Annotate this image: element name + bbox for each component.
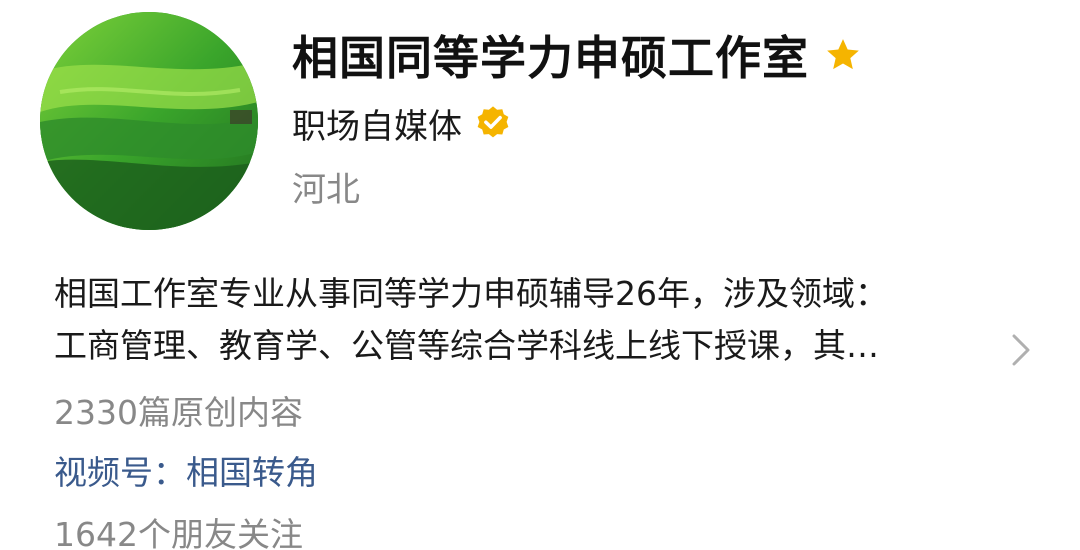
title-row: 相国同等学力申硕工作室 — [292, 20, 863, 90]
account-category: 职场自媒体 — [292, 106, 462, 147]
chevron-right-icon[interactable] — [1008, 330, 1034, 370]
verified-icon[interactable] — [474, 104, 512, 142]
avatar-image — [40, 12, 258, 230]
description[interactable]: 相国工作室专业从事同等学力申硕辅导26年，涉及领域： 工商管理、教育学、公管等综… — [54, 268, 1054, 378]
star-icon[interactable] — [823, 35, 863, 75]
friends-following-count: 1642个朋友关注 — [54, 515, 303, 550]
description-line-1: 相国工作室专业从事同等学力申硕辅导26年，涉及领域： — [54, 274, 888, 313]
description-line-2: 工商管理、教育学、公管等综合学科线上线下授课，其… — [54, 326, 879, 365]
video-channel-link[interactable]: 视频号：相国转角 — [54, 446, 318, 494]
account-location: 河北 — [292, 170, 360, 210]
account-name: 相国同等学力申硕工作室 — [292, 31, 809, 85]
category-row: 职场自媒体 — [292, 98, 512, 148]
avatar[interactable] — [40, 12, 258, 230]
original-content-count: 2330篇原创内容 — [54, 393, 303, 432]
